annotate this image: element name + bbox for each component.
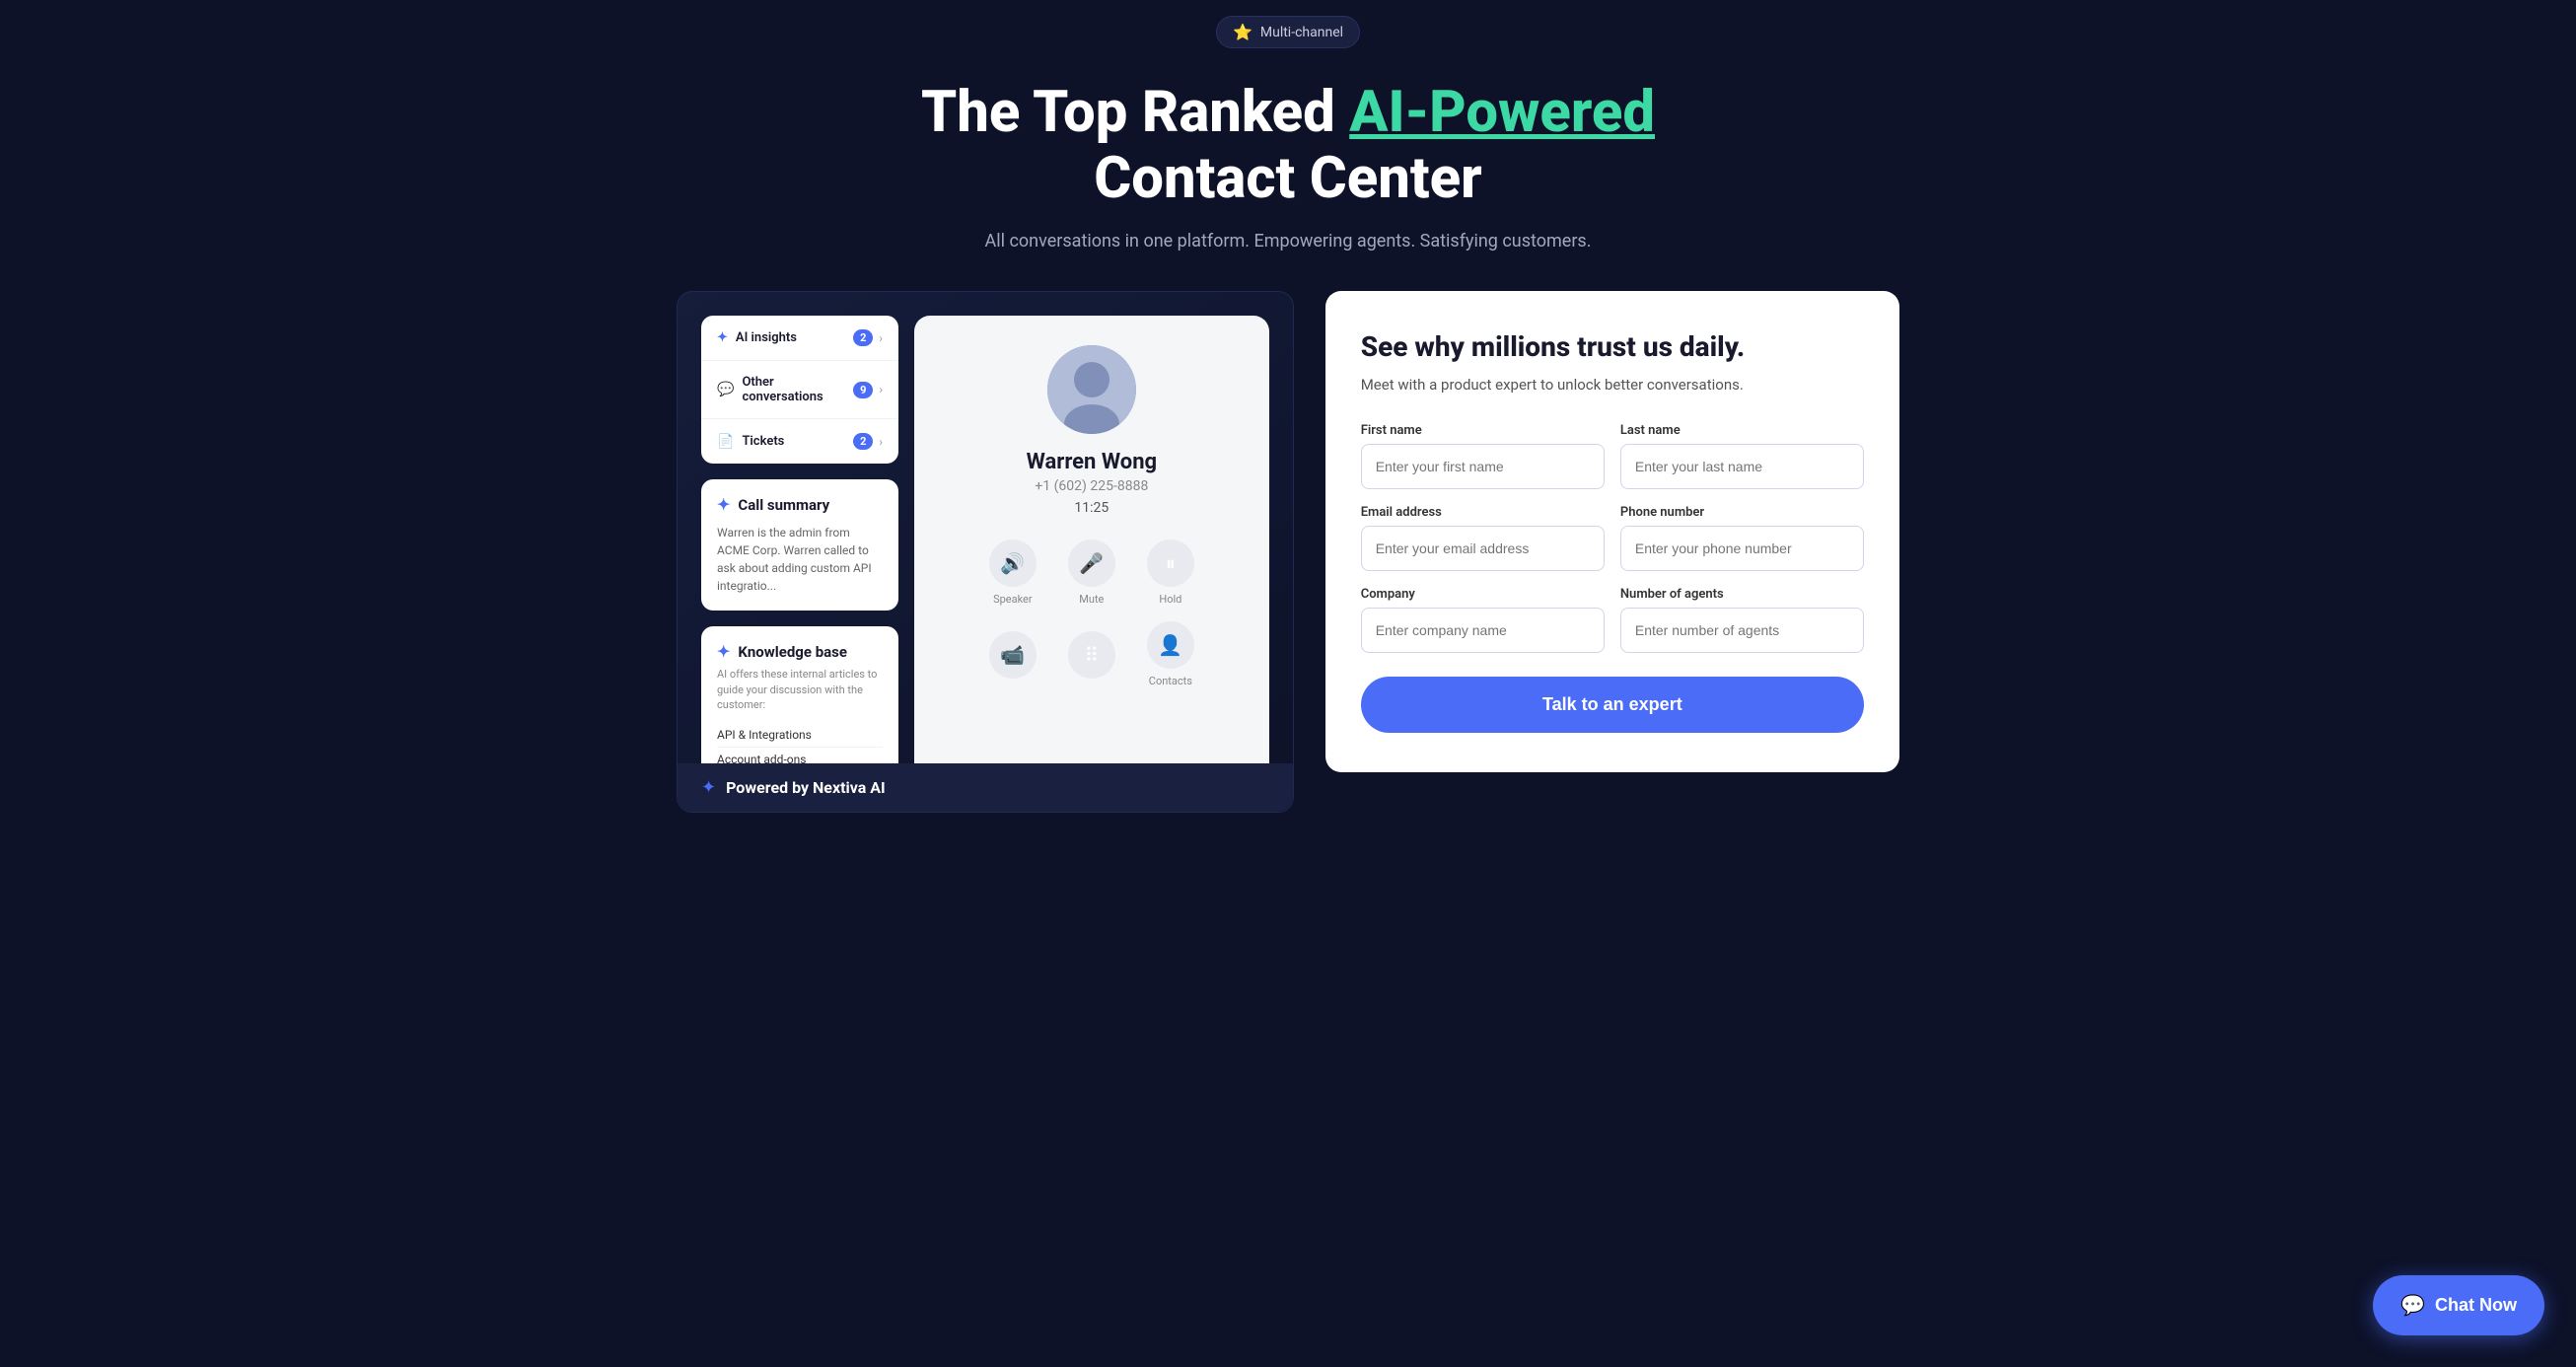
company-group: Company [1361, 587, 1605, 653]
mute-control[interactable]: 🎤 Mute [1068, 540, 1115, 606]
company-label: Company [1361, 587, 1605, 602]
email-group: Email address [1361, 505, 1605, 571]
speaker-control[interactable]: 🔊 Speaker [989, 540, 1037, 606]
tickets-badge: 2 [853, 433, 873, 450]
last-name-group: Last name [1620, 423, 1864, 489]
other-conv-badge: 9 [853, 382, 873, 398]
first-name-input[interactable] [1361, 444, 1605, 489]
call-controls-row1: 🔊 Speaker 🎤 Mute ⏸ Hold [989, 540, 1194, 606]
talk-to-expert-button[interactable]: Talk to an expert [1361, 677, 1864, 733]
hero-title-part2: Contact Center [1094, 145, 1481, 212]
caller-name: Warren Wong [1027, 450, 1158, 474]
sidebar-tickets-label: Tickets [742, 434, 784, 449]
contacts-label: Contacts [1149, 675, 1192, 687]
company-row: Company Number of agents [1361, 587, 1864, 653]
call-summary-title: Call summary [738, 496, 829, 514]
speaker-label: Speaker [993, 593, 1033, 606]
form-panel: See why millions trust us daily. Meet wi… [1325, 291, 1899, 772]
call-summary-card: ✦ Call summary Warren is the admin from … [701, 479, 898, 611]
chat-now-button[interactable]: 💬 Chat Now [2373, 1275, 2544, 1335]
email-input[interactable] [1361, 526, 1605, 571]
knowledge-base-title: Knowledge base [738, 643, 847, 661]
nextiva-sparkle-icon: ✦ [701, 777, 716, 798]
sidebar-other-conv-label: Other conversations [742, 375, 853, 404]
contacts-icon: 👤 [1147, 621, 1194, 669]
name-row: First name Last name [1361, 423, 1864, 489]
chevron-right-icon: › [879, 331, 883, 345]
last-name-label: Last name [1620, 423, 1864, 438]
contacts-control[interactable]: 👤 Contacts [1147, 621, 1194, 687]
mute-label: Mute [1079, 593, 1104, 606]
dialpad-control[interactable]: ⠿ [1068, 631, 1115, 679]
demo-call-panel: Warren Wong +1 (602) 225-8888 11:25 🔊 Sp… [914, 316, 1269, 811]
hero-title: The Top Ranked AI-Powered Contact Center [20, 80, 2556, 211]
chevron-right-icon-3: › [879, 435, 883, 449]
chat-now-label: Chat Now [2435, 1295, 2517, 1316]
top-badge-container: ⭐ Multi-channel [0, 0, 2576, 56]
ticket-icon: 📄 [717, 434, 734, 450]
demo-panel: ✦ AI insights 2 › 💬 Other conversations [677, 291, 1294, 812]
ai-insights-badge: 2 [853, 329, 873, 346]
ai-sparkle-icon: ✦ [717, 330, 728, 345]
badge-label: Multi-channel [1260, 25, 1343, 40]
agents-label: Number of agents [1620, 587, 1864, 602]
star-icon: ⭐ [1233, 23, 1252, 41]
knowledge-base-desc: AI offers these internal articles to gui… [717, 667, 883, 712]
dialpad-icon: ⠿ [1068, 631, 1115, 679]
hero-title-accent: AI-Powered [1349, 79, 1655, 146]
agents-group: Number of agents [1620, 587, 1864, 653]
hold-icon: ⏸ [1147, 540, 1194, 587]
demo-sidebar: ✦ AI insights 2 › 💬 Other conversations [701, 316, 898, 811]
chat-now-icon: 💬 [2400, 1293, 2425, 1318]
caller-phone: +1 (602) 225-8888 [1035, 478, 1148, 494]
hero-subtitle: All conversations in one platform. Empow… [20, 231, 2556, 252]
sidebar-item-ai-insights[interactable]: ✦ AI insights 2 › [701, 316, 898, 361]
sidebar-card: ✦ AI insights 2 › 💬 Other conversations [701, 316, 898, 464]
company-input[interactable] [1361, 608, 1605, 653]
contact-row: Email address Phone number [1361, 505, 1864, 571]
mute-icon: 🎤 [1068, 540, 1115, 587]
chevron-right-icon-2: › [879, 383, 883, 396]
first-name-label: First name [1361, 423, 1605, 438]
knowledge-sparkle-icon: ✦ [717, 642, 730, 661]
hold-label: Hold [1159, 593, 1181, 606]
phone-group: Phone number [1620, 505, 1864, 571]
last-name-input[interactable] [1620, 444, 1864, 489]
hero-section: The Top Ranked AI-Powered Contact Center… [0, 56, 2576, 291]
call-summary-sparkle-icon: ✦ [717, 495, 730, 514]
call-time: 11:25 [1074, 500, 1109, 516]
powered-by-text: Powered by Nextiva AI [726, 778, 886, 797]
agents-input[interactable] [1620, 608, 1864, 653]
demo-inner: ✦ AI insights 2 › 💬 Other conversations [678, 292, 1293, 811]
sidebar-item-other-conversations[interactable]: 💬 Other conversations 9 › [701, 361, 898, 419]
email-label: Email address [1361, 505, 1605, 520]
hero-title-part1: The Top Ranked [921, 79, 1349, 146]
video-icon: 📹 [989, 631, 1037, 679]
video-control[interactable]: 📹 [989, 631, 1037, 679]
call-summary-text: Warren is the admin from ACME Corp. Warr… [717, 524, 883, 595]
call-controls-row2: 📹 ⠿ 👤 Contacts [989, 621, 1194, 687]
phone-input[interactable] [1620, 526, 1864, 571]
multi-channel-badge: ⭐ Multi-channel [1216, 16, 1360, 48]
hold-control[interactable]: ⏸ Hold [1147, 540, 1194, 606]
form-subtext: Meet with a product expert to unlock bet… [1361, 374, 1864, 396]
sidebar-item-tickets[interactable]: 📄 Tickets 2 › [701, 419, 898, 464]
chat-bubble-icon: 💬 [717, 382, 734, 397]
main-content: ✦ AI insights 2 › 💬 Other conversations [598, 291, 1978, 871]
first-name-group: First name [1361, 423, 1605, 489]
knowledge-link-api[interactable]: API & Integrations [717, 723, 883, 748]
caller-avatar [1047, 345, 1136, 434]
speaker-icon: 🔊 [989, 540, 1037, 587]
powered-by-bar: ✦ Powered by Nextiva AI [678, 763, 1293, 812]
phone-label: Phone number [1620, 505, 1864, 520]
form-headline: See why millions trust us daily. [1361, 330, 1864, 364]
sidebar-ai-insights-label: AI insights [736, 330, 797, 345]
caller-avatar-svg [1047, 345, 1136, 434]
